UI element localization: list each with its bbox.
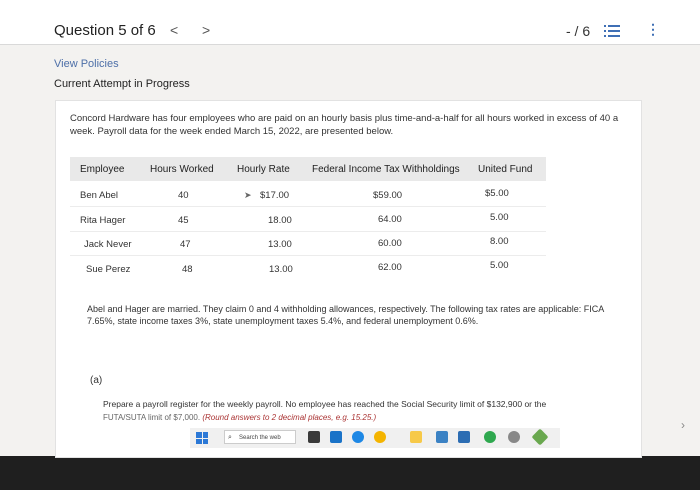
table-cell-rate: $17.00 xyxy=(260,190,290,201)
table-cell-fit: 62.00 xyxy=(378,262,402,273)
list-icon[interactable] xyxy=(604,24,620,38)
search-placeholder: Search the web xyxy=(239,435,281,441)
table-cell-rate: 13.00 xyxy=(268,239,292,250)
table-cell-hours: 45 xyxy=(178,215,189,226)
score-indicator: - / 6 xyxy=(566,23,591,39)
table-cell-rate: 13.00 xyxy=(269,264,293,275)
mouse-cursor-icon: ➤ xyxy=(244,190,252,200)
table-cell-united-fund: 8.00 xyxy=(490,236,509,247)
table-cell-hours: 47 xyxy=(180,239,191,250)
column-header-rate: Hourly Rate xyxy=(237,164,290,175)
ie-browser-icon[interactable] xyxy=(352,431,364,443)
screen: Question 5 of 6 < > - / 6 ⋮ View Policie… xyxy=(0,0,700,458)
part-instructions: Prepare a payroll register for the weekl… xyxy=(103,399,547,409)
search-icon: ⌕ xyxy=(228,434,232,441)
next-question-button[interactable]: > xyxy=(202,22,210,38)
table-cell-fit: 64.00 xyxy=(378,214,402,225)
mail-icon[interactable] xyxy=(436,431,448,443)
file-explorer-icon[interactable] xyxy=(410,431,422,443)
column-header-united-fund: United Fund xyxy=(478,164,533,175)
column-header-employee: Employee xyxy=(80,164,125,175)
spotify-icon[interactable] xyxy=(484,431,496,443)
row-divider xyxy=(70,255,546,256)
table-cell-hours: 40 xyxy=(178,190,189,201)
tax-rates-note: Abel and Hager are married. They claim 0… xyxy=(87,304,604,326)
table-cell-united-fund: 5.00 xyxy=(490,260,509,271)
row-divider xyxy=(70,231,546,232)
table-cell-employee: Sue Perez xyxy=(86,264,131,275)
rounding-hint: (Round answers to 2 decimal places, e.g.… xyxy=(202,413,377,422)
table-cell-fit: $59.00 xyxy=(373,190,403,201)
part-instructions-continued: FUTA/SUTA limit of $7,000. (Round answer… xyxy=(103,413,376,422)
part-label: (a) xyxy=(90,375,103,386)
table-cell-united-fund: 5.00 xyxy=(490,212,509,223)
table-cell-hours: 48 xyxy=(182,264,193,275)
row-divider xyxy=(70,206,546,207)
taskbar-search-box[interactable]: ⌕ Search the web xyxy=(224,430,296,444)
table-header-row xyxy=(70,157,546,181)
more-vertical-icon[interactable]: ⋮ xyxy=(646,21,660,38)
previous-question-button[interactable]: < xyxy=(170,22,178,38)
column-header-hours: Hours Worked xyxy=(150,164,214,175)
task-view-icon[interactable] xyxy=(308,431,320,443)
view-policies-link[interactable]: View Policies xyxy=(54,58,119,70)
instructions-limit-text: FUTA/SUTA limit of $7,000. xyxy=(103,413,201,422)
table-cell-employee: Jack Never xyxy=(84,239,132,250)
store-icon[interactable] xyxy=(458,431,470,443)
table-cell-united-fund: $5.00 xyxy=(485,188,509,199)
windows-logo-icon[interactable] xyxy=(196,432,208,444)
table-cell-rate: 18.00 xyxy=(268,215,292,226)
problem-intro: Concord Hardware has four employees who … xyxy=(70,113,619,137)
attempt-status: Current Attempt in Progress xyxy=(54,78,190,90)
settings-icon[interactable] xyxy=(508,431,520,443)
question-title: Question 5 of 6 xyxy=(54,22,156,39)
edge-browser-icon[interactable] xyxy=(330,431,342,443)
table-cell-fit: 60.00 xyxy=(378,238,402,249)
chevron-right-icon[interactable]: › xyxy=(681,418,685,432)
chrome-browser-icon[interactable] xyxy=(374,431,386,443)
column-header-fit: Federal Income Tax Withholdings xyxy=(312,164,460,175)
table-cell-employee: Rita Hager xyxy=(80,215,126,226)
table-cell-employee: Ben Abel xyxy=(80,190,119,201)
